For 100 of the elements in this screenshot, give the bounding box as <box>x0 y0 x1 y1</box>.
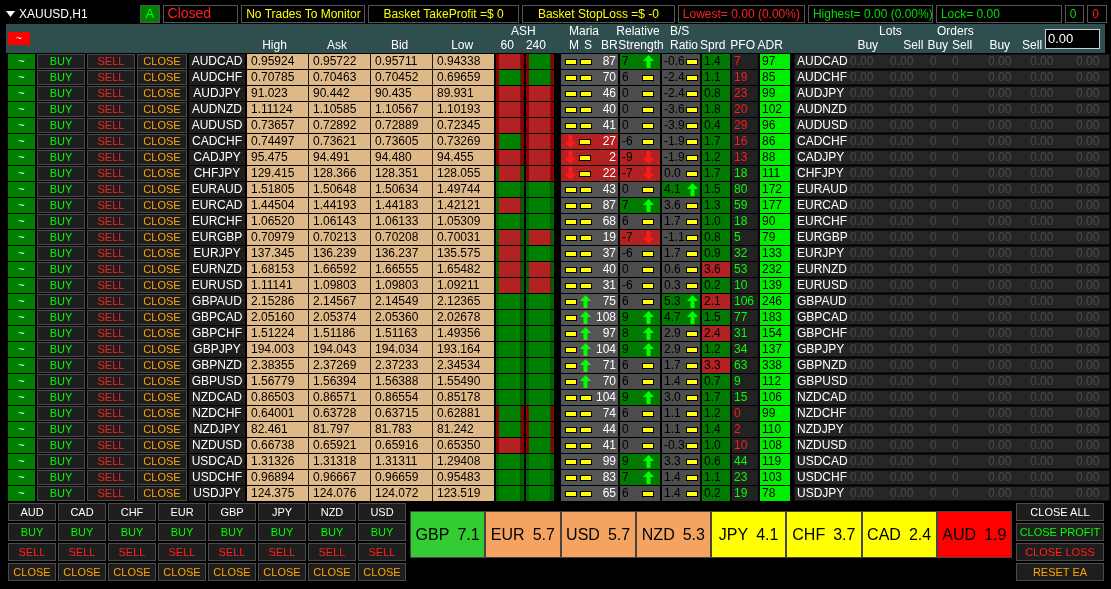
toggle-button[interactable]: ~ <box>8 294 35 309</box>
sell-button[interactable]: SELL <box>87 182 135 197</box>
close-button[interactable]: CLOSE <box>137 150 187 165</box>
toggle-button[interactable]: ~ <box>8 246 35 261</box>
auto-button[interactable]: A <box>140 4 160 23</box>
close-button[interactable]: CLOSE <box>108 563 156 581</box>
buy-button[interactable]: BUY <box>37 134 85 149</box>
sell-button[interactable]: SELL <box>108 543 156 561</box>
sell-button[interactable]: SELL <box>87 438 135 453</box>
close-button[interactable]: CLOSE <box>137 486 187 501</box>
sell-button[interactable]: SELL <box>258 543 306 561</box>
close-button[interactable]: CLOSE <box>258 563 306 581</box>
buy-button[interactable]: BUY <box>37 118 85 133</box>
sell-button[interactable]: SELL <box>208 543 256 561</box>
close-button[interactable]: CLOSE <box>137 86 187 101</box>
buy-button[interactable]: BUY <box>108 523 156 541</box>
action-button[interactable]: CLOSE PROFIT <box>1016 523 1104 541</box>
sell-button[interactable]: SELL <box>87 102 135 117</box>
buy-button[interactable]: BUY <box>8 523 56 541</box>
sell-button[interactable]: SELL <box>87 246 135 261</box>
toggle-button[interactable]: ~ <box>8 438 35 453</box>
close-button[interactable]: CLOSE <box>137 390 187 405</box>
buy-button[interactable]: BUY <box>37 198 85 213</box>
action-button[interactable]: CLOSE ALL <box>1016 503 1104 521</box>
toggle-button[interactable]: ~ <box>8 70 35 85</box>
close-button[interactable]: CLOSE <box>137 310 187 325</box>
buy-button[interactable]: BUY <box>37 166 85 181</box>
buy-button[interactable]: BUY <box>37 230 85 245</box>
sell-button[interactable]: SELL <box>87 486 135 501</box>
buy-button[interactable]: BUY <box>37 182 85 197</box>
buy-button[interactable]: BUY <box>308 523 356 541</box>
sell-button[interactable]: SELL <box>87 150 135 165</box>
toggle-button[interactable]: ~ <box>8 358 35 373</box>
sell-button[interactable]: SELL <box>87 326 135 341</box>
close-button[interactable]: CLOSE <box>137 438 187 453</box>
buy-button[interactable]: BUY <box>58 523 106 541</box>
buy-button[interactable]: BUY <box>37 326 85 341</box>
close-button[interactable]: CLOSE <box>137 294 187 309</box>
close-button[interactable]: CLOSE <box>137 406 187 421</box>
sell-button[interactable]: SELL <box>87 230 135 245</box>
sell-button[interactable]: SELL <box>87 134 135 149</box>
buy-button[interactable]: BUY <box>37 470 85 485</box>
close-button[interactable]: CLOSE <box>137 102 187 117</box>
sell-button[interactable]: SELL <box>87 198 135 213</box>
toggle-button[interactable]: ~ <box>8 470 35 485</box>
toggle-button[interactable]: ~ <box>8 134 35 149</box>
toggle-button[interactable]: ~ <box>8 118 35 133</box>
sell-button[interactable]: SELL <box>87 422 135 437</box>
buy-button[interactable]: BUY <box>37 246 85 261</box>
buy-button[interactable]: BUY <box>37 102 85 117</box>
sell-button[interactable]: SELL <box>87 70 135 85</box>
buy-button[interactable]: BUY <box>37 310 85 325</box>
toggle-button[interactable]: ~ <box>8 310 35 325</box>
close-button[interactable]: CLOSE <box>137 70 187 85</box>
sell-button[interactable]: SELL <box>8 543 56 561</box>
sell-button[interactable]: SELL <box>87 390 135 405</box>
sell-button[interactable]: SELL <box>87 214 135 229</box>
buy-button[interactable]: BUY <box>37 70 85 85</box>
buy-button[interactable]: BUY <box>358 523 406 541</box>
close-button[interactable]: CLOSE <box>137 246 187 261</box>
buy-button[interactable]: BUY <box>37 294 85 309</box>
toggle-button[interactable]: ~ <box>8 166 35 181</box>
buy-button[interactable]: BUY <box>37 358 85 373</box>
toggle-button[interactable]: ~ <box>8 182 35 197</box>
toggle-button[interactable]: ~ <box>8 198 35 213</box>
sell-button[interactable]: SELL <box>358 543 406 561</box>
sell-button[interactable]: SELL <box>87 310 135 325</box>
sell-button[interactable]: SELL <box>87 374 135 389</box>
close-button[interactable]: CLOSE <box>58 563 106 581</box>
toggle-button[interactable]: ~ <box>8 390 35 405</box>
close-button[interactable]: CLOSE <box>137 454 187 469</box>
buy-button[interactable]: BUY <box>158 523 206 541</box>
close-button[interactable]: CLOSE <box>137 326 187 341</box>
toggle-button[interactable]: ~ <box>8 102 35 117</box>
sell-button[interactable]: SELL <box>87 278 135 293</box>
toggle-all-button[interactable]: ~ <box>8 31 30 45</box>
toggle-button[interactable]: ~ <box>8 230 35 245</box>
close-button[interactable]: CLOSE <box>137 134 187 149</box>
sell-button[interactable]: SELL <box>87 342 135 357</box>
close-button[interactable]: CLOSE <box>137 182 187 197</box>
toggle-button[interactable]: ~ <box>8 150 35 165</box>
sell-button[interactable]: SELL <box>87 294 135 309</box>
close-button[interactable]: CLOSE <box>137 230 187 245</box>
close-button[interactable]: CLOSE <box>308 563 356 581</box>
toggle-button[interactable]: ~ <box>8 342 35 357</box>
sell-button[interactable]: SELL <box>87 262 135 277</box>
sell-button[interactable]: SELL <box>87 358 135 373</box>
close-button[interactable]: CLOSE <box>137 118 187 133</box>
buy-button[interactable]: BUY <box>37 406 85 421</box>
sell-button[interactable]: SELL <box>87 454 135 469</box>
buy-button[interactable]: BUY <box>37 278 85 293</box>
sell-button[interactable]: SELL <box>87 406 135 421</box>
action-button[interactable]: RESET EA <box>1016 563 1104 581</box>
buy-button[interactable]: BUY <box>37 262 85 277</box>
toggle-button[interactable]: ~ <box>8 326 35 341</box>
close-button[interactable]: CLOSE <box>8 563 56 581</box>
close-button[interactable]: CLOSE <box>137 198 187 213</box>
close-button[interactable]: CLOSE <box>137 166 187 181</box>
close-button[interactable]: CLOSE <box>137 374 187 389</box>
buy-button[interactable]: BUY <box>37 214 85 229</box>
